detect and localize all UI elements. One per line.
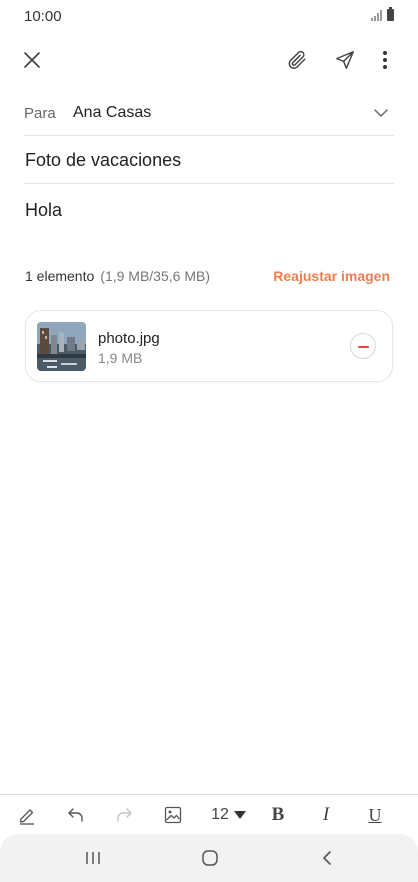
- send-button[interactable]: [330, 45, 360, 75]
- attachment-card[interactable]: photo.jpg 1,9 MB: [25, 310, 393, 382]
- close-button[interactable]: [17, 45, 47, 75]
- pen-style-button[interactable]: [15, 803, 39, 827]
- home-icon: [202, 850, 218, 866]
- font-size-selector[interactable]: 12: [208, 803, 250, 827]
- message-body[interactable]: Hola: [25, 200, 62, 221]
- attachment-file-name: photo.jpg: [98, 330, 160, 347]
- battery-icon: [387, 7, 394, 21]
- chevron-down-icon[interactable]: [372, 104, 390, 122]
- font-size-value: 12: [211, 806, 229, 823]
- triangle-down-icon: [233, 811, 246, 819]
- paperclip-icon: [288, 50, 306, 69]
- signal-icon: [371, 9, 382, 21]
- compose-toolbar: [0, 40, 418, 80]
- attachment-count: 1 elemento: [25, 268, 95, 284]
- redo-icon: [117, 808, 132, 822]
- recipient-chip[interactable]: Ana Casas: [73, 104, 151, 122]
- more-options-button[interactable]: [370, 45, 400, 75]
- photo-thumbnail: [37, 322, 86, 371]
- back-icon: [323, 851, 331, 865]
- more-vertical-icon: [383, 51, 387, 69]
- recent-apps-icon: [86, 852, 100, 864]
- resize-image-link[interactable]: Reajustar imagen: [273, 268, 390, 284]
- attachment-summary: 1 elemento (1,9 MB/35,6 MB): [25, 268, 210, 284]
- attach-button[interactable]: [282, 45, 312, 75]
- attachment-size-summary: (1,9 MB/35,6 MB): [100, 268, 210, 284]
- image-icon: [164, 806, 182, 824]
- pen-icon: [19, 809, 34, 825]
- status-bar: 10:00: [0, 0, 418, 34]
- attachment-file-size: 1,9 MB: [98, 350, 143, 366]
- bold-button[interactable]: B: [266, 803, 290, 827]
- redo-button[interactable]: [112, 803, 136, 827]
- status-time: 10:00: [24, 8, 62, 25]
- remove-attachment-button[interactable]: [350, 333, 376, 359]
- home-button[interactable]: [195, 846, 225, 870]
- subject-text[interactable]: Foto de vacaciones: [25, 150, 181, 171]
- insert-image-button[interactable]: [161, 803, 185, 827]
- back-button[interactable]: [312, 846, 342, 870]
- system-navigation-bar: [0, 834, 418, 882]
- italic-button[interactable]: I: [314, 803, 338, 827]
- to-label: Para: [24, 105, 56, 122]
- close-icon: [24, 52, 40, 68]
- formatting-toolbar: 12 B I U: [0, 794, 418, 834]
- subject-field[interactable]: Foto de vacaciones: [24, 138, 394, 184]
- underline-button[interactable]: U: [363, 803, 387, 827]
- recent-apps-button[interactable]: [78, 846, 108, 870]
- status-icons: [371, 7, 394, 21]
- recipient-row[interactable]: Para Ana Casas: [24, 96, 394, 136]
- send-icon: [336, 51, 354, 69]
- undo-icon: [68, 808, 83, 822]
- undo-button[interactable]: [64, 803, 88, 827]
